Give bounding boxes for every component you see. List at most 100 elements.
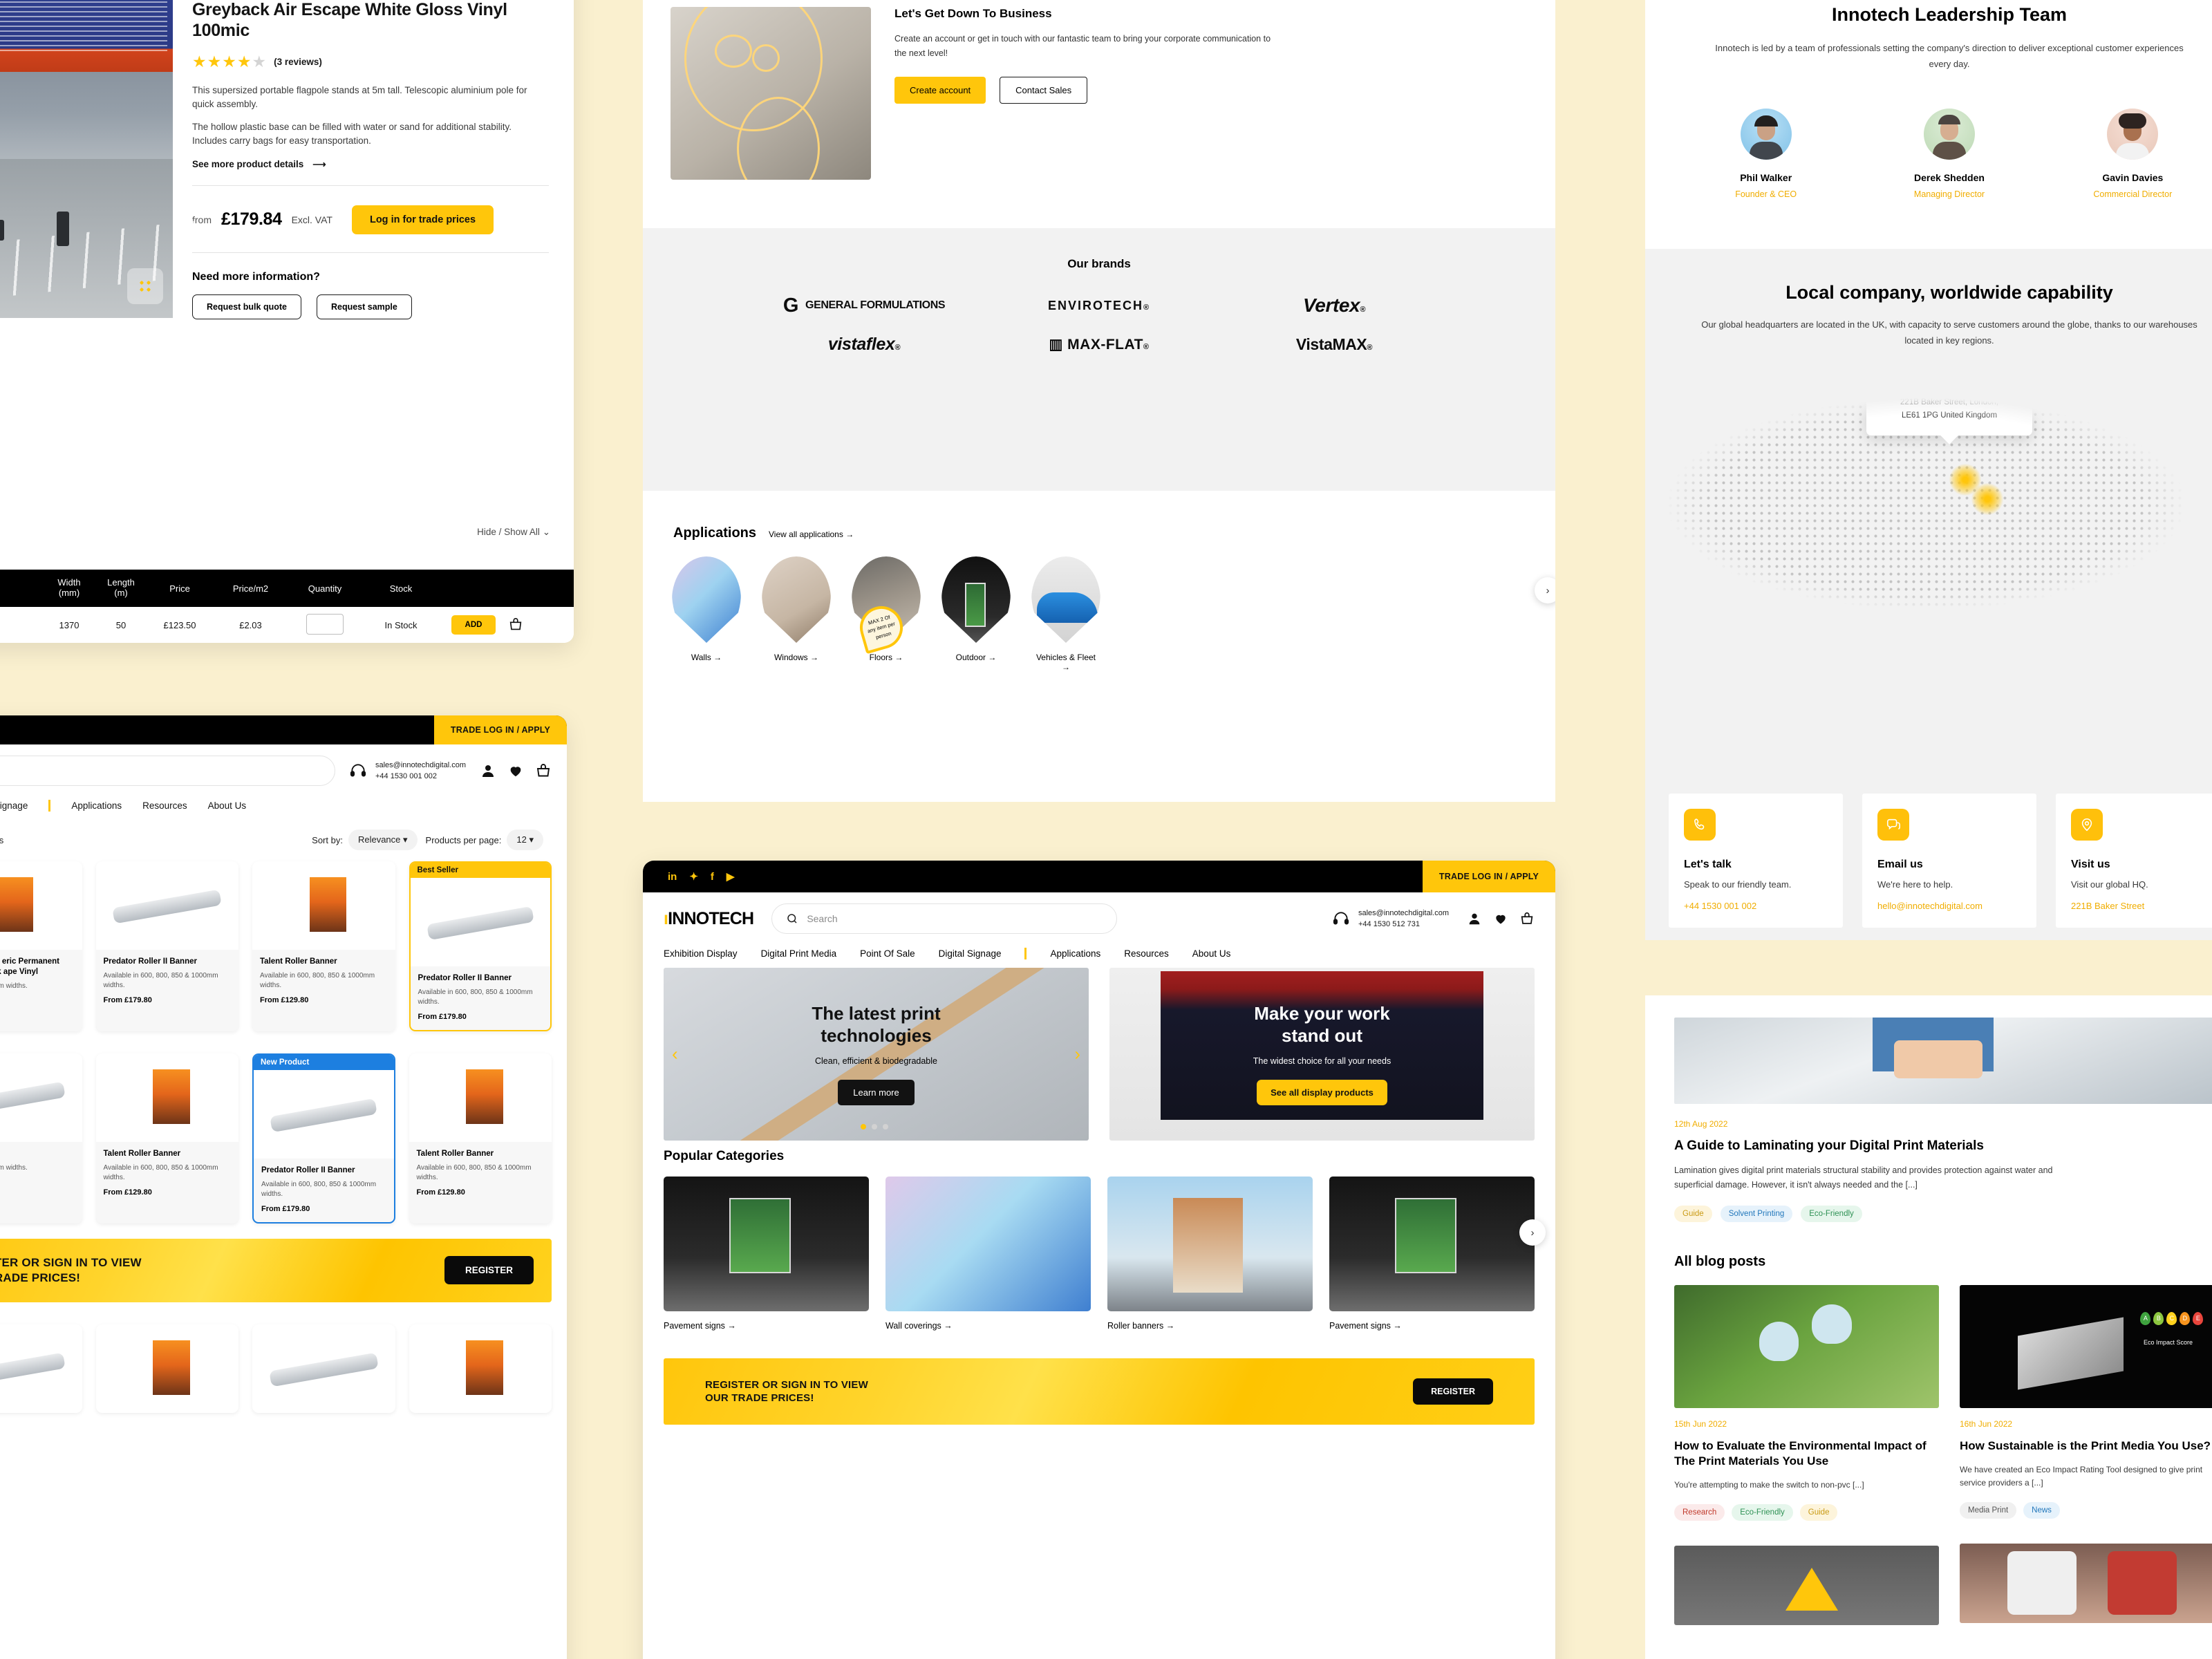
product-main-image[interactable]: [0, 0, 210, 318]
support-email[interactable]: sales@innotechdigital.com: [1358, 908, 1449, 919]
tag[interactable]: Media Print: [1960, 1501, 2017, 1519]
logo[interactable]: ıINNOTECH: [664, 909, 754, 929]
carousel-next-icon[interactable]: ›: [1074, 1044, 1080, 1065]
contact-card-link[interactable]: +44 1530 001 002: [1684, 901, 1828, 911]
twitter-icon[interactable]: ✦: [689, 870, 698, 883]
hero-carousel-left[interactable]: ‹ › The latest print technologies Clean,…: [664, 968, 1089, 1141]
tag[interactable]: Eco-Friendly: [1732, 1503, 1793, 1521]
zoom-icon[interactable]: [127, 268, 163, 304]
applications-next-button[interactable]: ›: [1535, 577, 1555, 603]
tag[interactable]: News: [2023, 1501, 2060, 1519]
register-button[interactable]: REGISTER: [1413, 1378, 1493, 1405]
nav-item-exhibition-display[interactable]: Exhibition Display: [664, 948, 738, 959]
basket-icon[interactable]: [1519, 911, 1535, 926]
hide-show-all-toggle[interactable]: Hide / Show All ⌄: [477, 527, 550, 538]
world-map[interactable]: Global Headquarters, UK 221B Baker Stree…: [1659, 350, 2212, 635]
leader-card[interactable]: Gavin Davies Commercial Director: [2052, 108, 2212, 199]
product-card[interactable]: Predator Roller II Banner Available in 6…: [95, 861, 238, 1031]
facebook-icon[interactable]: f: [711, 871, 714, 883]
view-all-applications-link[interactable]: View all applications →: [769, 529, 854, 539]
blog-post-card[interactable]: A B C D E Eco Impact Score 16th Jun 2022…: [1960, 1284, 2212, 1625]
sort-by-select[interactable]: Relevance ▾: [348, 830, 418, 850]
carousel-dot-2[interactable]: [872, 1124, 877, 1130]
support-email[interactable]: sales@innotechdigital.com: [375, 760, 466, 771]
account-icon[interactable]: [480, 762, 496, 779]
map-hotspot-eu[interactable]: [1971, 482, 2003, 515]
product-card-new-product[interactable]: New Product Predator Roller II Banner Av…: [252, 1053, 395, 1224]
category-card[interactable]: Pavement signs →: [1329, 1177, 1535, 1331]
contact-card-lets-talk[interactable]: Let's talk Speak to our friendly team. +…: [1669, 794, 1843, 928]
blog-post-card[interactable]: 15th Jun 2022 How to Evaluate the Enviro…: [1674, 1284, 1939, 1625]
contact-card-visit-us[interactable]: Visit us Visit our global HQ. 221B Baker…: [2056, 794, 2212, 928]
tag[interactable]: Eco-Friendly: [1801, 1205, 1862, 1222]
see-more-details-link[interactable]: See more product details ⟶: [192, 159, 549, 170]
application-item-outdoor[interactable]: Outdoor →: [941, 556, 1011, 672]
brand-logo-general-formulations[interactable]: G GENERAL FORMULATIONS: [783, 294, 946, 316]
per-page-select[interactable]: 12 ▾: [507, 830, 543, 850]
categories-next-button[interactable]: ›: [1519, 1219, 1546, 1246]
product-card[interactable]: [0, 1324, 82, 1413]
basket-icon[interactable]: [508, 617, 550, 632]
contact-sales-button[interactable]: Contact Sales: [1000, 76, 1088, 104]
leader-card[interactable]: Derek Shedden Managing Director: [1868, 108, 2030, 199]
category-card[interactable]: Pavement signs →: [664, 1177, 869, 1331]
request-sample-button[interactable]: Request sample: [316, 294, 412, 319]
nav-item-applications[interactable]: Applications: [1050, 948, 1100, 959]
product-card[interactable]: AX 3100GAE - eric Permanent loss Greybac…: [0, 861, 82, 1031]
application-item-floors[interactable]: MAX 2 Of any item per person Floors →: [852, 556, 921, 672]
featured-post-title[interactable]: A Guide to Laminating your Digital Print…: [1645, 1129, 2212, 1154]
wishlist-heart-icon[interactable]: [507, 763, 524, 778]
blog-post-title[interactable]: How Sustainable is the Print Media You U…: [1960, 1438, 2212, 1454]
request-bulk-quote-button[interactable]: Request bulk quote: [192, 294, 301, 319]
application-item-windows[interactable]: Windows →: [762, 556, 831, 672]
learn-more-button[interactable]: Learn more: [838, 1079, 915, 1105]
nav-item-digital-signage[interactable]: Digital Signage: [939, 948, 1002, 959]
application-item-vehicles[interactable]: Vehicles & Fleet →: [1031, 556, 1100, 672]
wishlist-heart-icon[interactable]: [1493, 912, 1508, 926]
quantity-input[interactable]: [306, 613, 344, 635]
carousel-prev-icon[interactable]: ‹: [672, 1044, 678, 1065]
leader-card[interactable]: Phil Walker Founder & CEO: [1685, 108, 1846, 199]
category-card[interactable]: Roller banners →: [1107, 1177, 1313, 1331]
tag[interactable]: Guide: [1674, 1205, 1712, 1222]
tag[interactable]: Research: [1674, 1503, 1725, 1521]
contact-card-email-us[interactable]: Email us We're here to help. hello@innot…: [1862, 794, 2036, 928]
nav-item-digital-signage[interactable]: Digital Signage: [0, 800, 28, 811]
product-card-best-seller[interactable]: Best Seller Predator Roller II Banner Av…: [409, 861, 552, 1031]
product-card[interactable]: [95, 1324, 238, 1413]
application-item-walls[interactable]: Walls →: [672, 556, 741, 672]
tag[interactable]: Guide: [1799, 1503, 1838, 1521]
brand-logo-vistamax[interactable]: VistaMAX®: [1296, 335, 1373, 354]
product-card[interactable]: Talent Roller Banner Available in 600, 8…: [95, 1053, 238, 1224]
product-card[interactable]: [252, 1324, 395, 1413]
youtube-icon[interactable]: ▶: [727, 870, 735, 883]
nav-item-resources[interactable]: Resources: [142, 800, 187, 811]
support-phone[interactable]: +44 1530 512 731: [1358, 919, 1449, 930]
featured-post-image[interactable]: [1674, 1018, 2212, 1104]
trade-login-button[interactable]: TRADE LOG IN / APPLY: [433, 715, 567, 744]
register-button[interactable]: REGISTER: [444, 1256, 534, 1285]
linkedin-icon[interactable]: in: [668, 871, 677, 883]
carousel-dot-3[interactable]: [883, 1124, 888, 1130]
product-card[interactable]: Talent Roller Banner Available in 600, 8…: [252, 861, 395, 1031]
support-phone[interactable]: +44 1530 001 002: [375, 771, 466, 782]
nav-item-about-us[interactable]: About Us: [1192, 948, 1231, 959]
add-to-cart-button[interactable]: ADD: [451, 615, 496, 635]
product-card[interactable]: r Roller II in 600, 800, 850 m widths. 7…: [0, 1053, 82, 1224]
product-card[interactable]: Talent Roller Banner Available in 600, 8…: [409, 1053, 552, 1224]
category-card[interactable]: Wall coverings →: [885, 1177, 1091, 1331]
blog-post-title[interactable]: How to Evaluate the Environmental Impact…: [1674, 1438, 1939, 1469]
account-icon[interactable]: [1467, 911, 1482, 926]
trade-prices-login-button[interactable]: Log in for trade prices: [351, 205, 494, 234]
trade-login-button[interactable]: TRADE LOG IN / APPLY: [1422, 861, 1555, 892]
nav-item-about-us[interactable]: About Us: [208, 800, 247, 811]
carousel-dot-1[interactable]: [861, 1124, 866, 1130]
search-input[interactable]: Search: [771, 903, 1118, 934]
create-account-button[interactable]: Create account: [894, 76, 986, 104]
nav-item-resources[interactable]: Resources: [1124, 948, 1169, 959]
basket-icon[interactable]: [535, 762, 552, 779]
hero-right[interactable]: Make your work stand out The widest choi…: [1109, 968, 1535, 1141]
contact-card-link[interactable]: 221B Baker Street: [2071, 901, 2212, 911]
brand-logo-vistaflex[interactable]: vistaflex®: [828, 335, 901, 355]
brand-logo-vertex[interactable]: Vertex®: [1303, 294, 1365, 317]
